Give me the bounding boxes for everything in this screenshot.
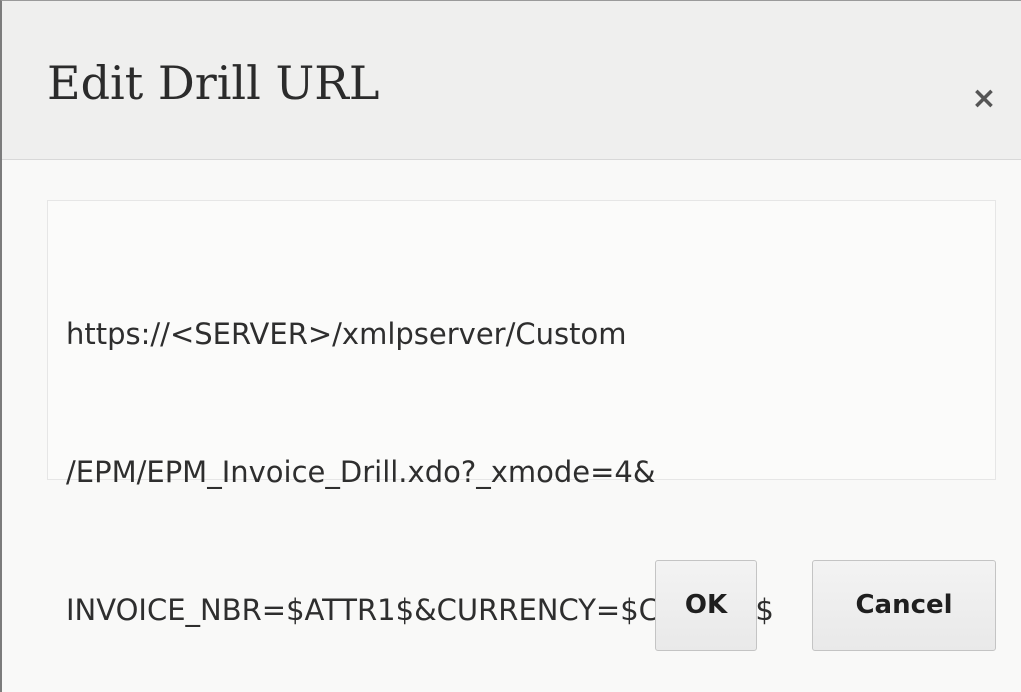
ok-button[interactable]: OK [655,560,757,651]
drill-url-textarea[interactable]: https://<SERVER>/xmlpserver/Custom /EPM/… [47,200,996,627]
cancel-button[interactable]: Cancel [812,560,996,651]
dialog-header: Edit Drill URL × [2,1,1021,160]
url-line: /EPM/EPM_Invoice_Drill.xdo?_xmode=4& [66,455,656,489]
edit-drill-url-dialog: Edit Drill URL × https://<SERVER>/xmlpse… [0,0,1021,692]
dialog-title: Edit Drill URL [47,56,380,110]
url-line: https://<SERVER>/xmlpserver/Custom [66,317,627,351]
close-icon[interactable]: × [962,79,1006,119]
